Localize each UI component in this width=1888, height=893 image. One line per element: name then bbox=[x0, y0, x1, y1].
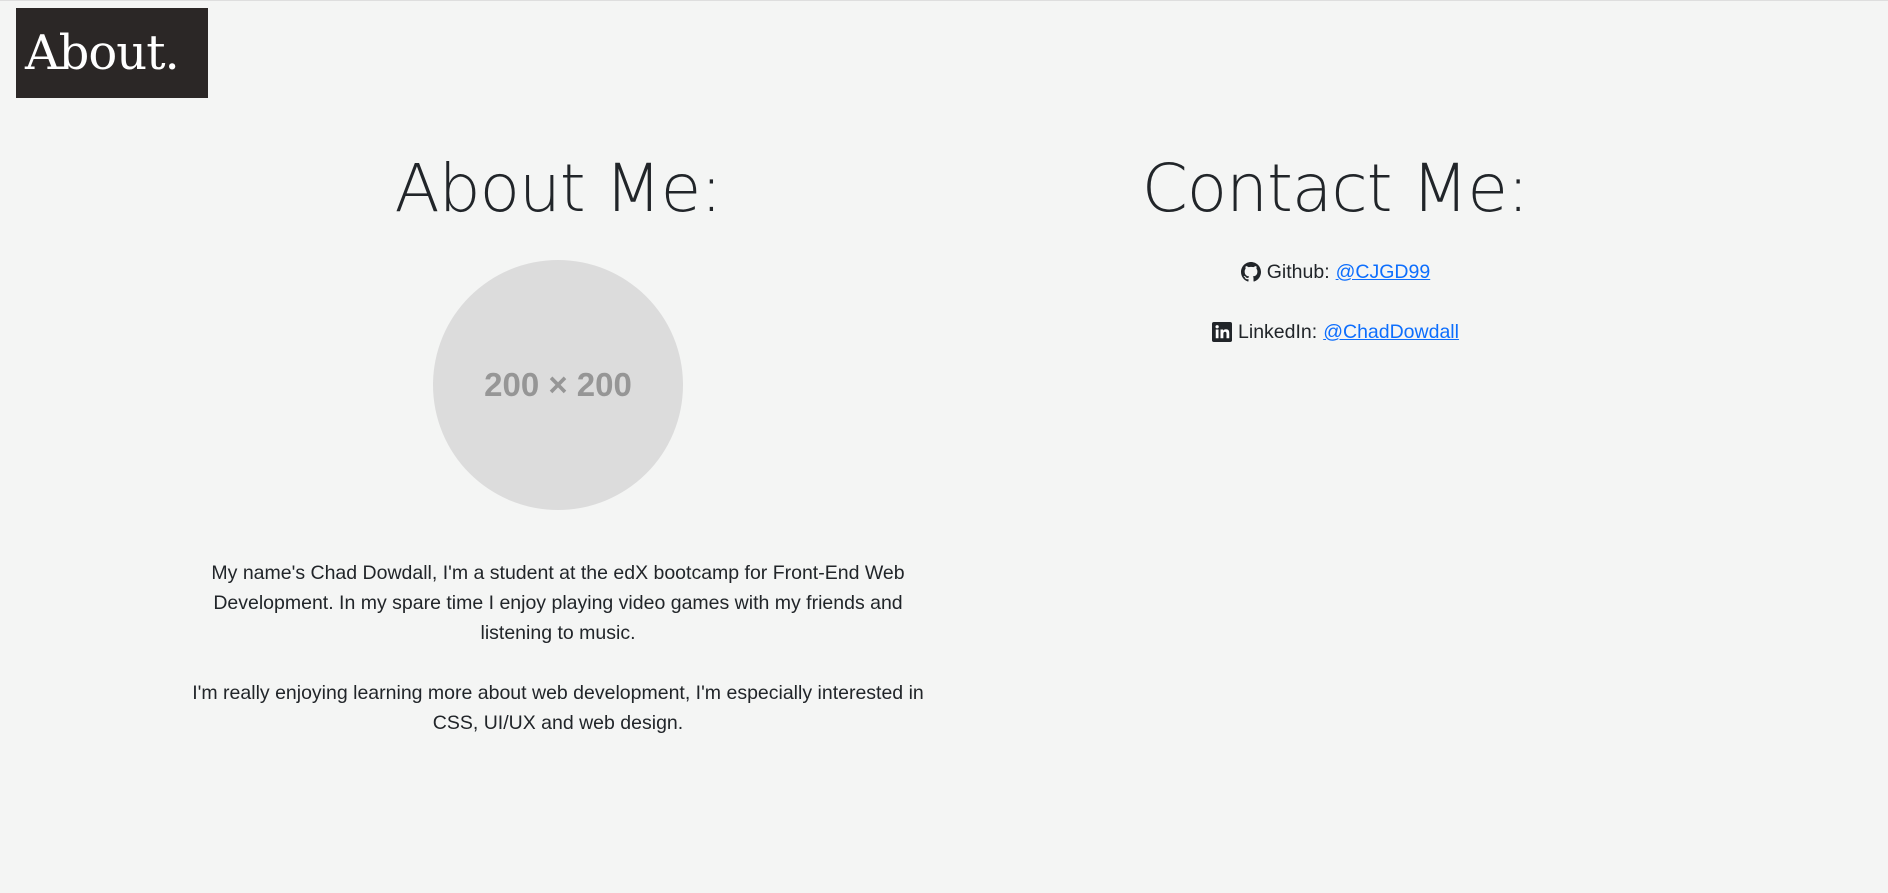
about-section: About Me: 200 × 200 My name's Chad Dowda… bbox=[180, 141, 936, 768]
bio-paragraph-1: My name's Chad Dowdall, I'm a student at… bbox=[211, 562, 905, 644]
github-label: Github: bbox=[1266, 261, 1330, 283]
avatar-placeholder-text: 200 × 200 bbox=[484, 366, 632, 403]
linkedin-link[interactable]: @ChadDowdall bbox=[1323, 317, 1459, 347]
contact-item-github: Github: @CJGD99 bbox=[955, 257, 1715, 287]
github-icon bbox=[1240, 261, 1262, 283]
linkedin-label: LinkedIn: bbox=[1238, 321, 1318, 343]
about-heading: About Me: bbox=[394, 150, 723, 227]
contact-list: Github: @CJGD99 LinkedIn: @ChadDowdall bbox=[955, 257, 1715, 347]
contact-section: Contact Me: Github: @CJGD99 LinkedIn: @C… bbox=[955, 141, 1715, 377]
contact-item-linkedin: LinkedIn: @ChadDowdall bbox=[955, 317, 1715, 347]
avatar-placeholder: 200 × 200 bbox=[433, 260, 683, 510]
site-logo[interactable]: About. bbox=[16, 8, 208, 98]
github-link[interactable]: @CJGD99 bbox=[1336, 257, 1431, 287]
bio-paragraph-2: I'm really enjoying learning more about … bbox=[192, 682, 924, 734]
linkedin-icon bbox=[1211, 321, 1233, 343]
bio: My name's Chad Dowdall, I'm a student at… bbox=[188, 558, 928, 738]
contact-heading: Contact Me: bbox=[1141, 150, 1530, 227]
